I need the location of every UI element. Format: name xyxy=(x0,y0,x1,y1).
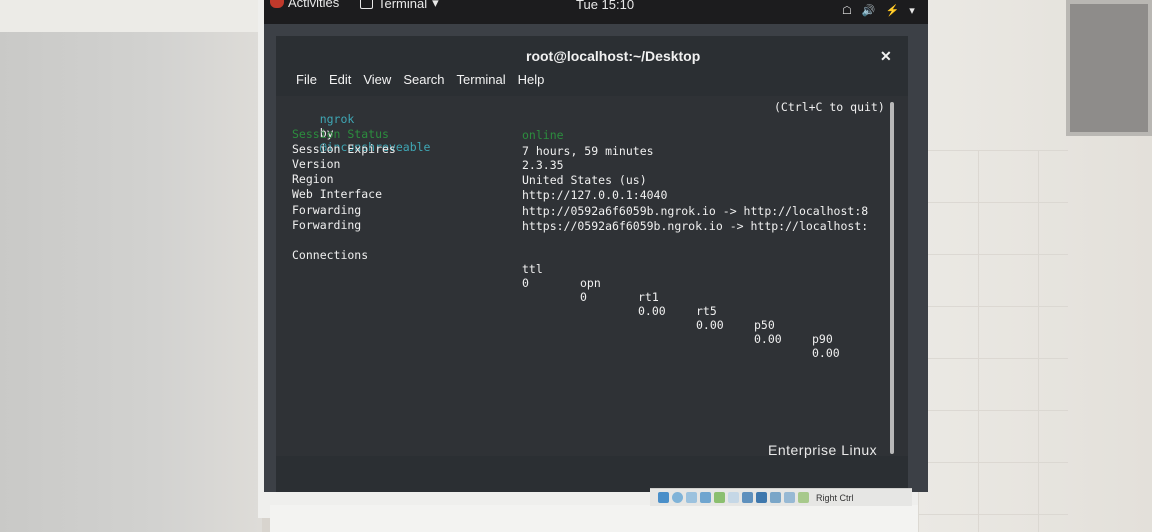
connections-header: ttl opn rt1 rt5 p50 p90 xyxy=(276,248,886,346)
close-icon[interactable]: ✕ xyxy=(880,48,892,65)
desktop-brand-text: Enterprise Linux xyxy=(768,442,878,458)
virtualbox-status-bar: Right Ctrl xyxy=(650,488,912,506)
connections-values: 0 0 0.00 0.00 0.00 0.00 xyxy=(276,262,886,360)
volume-icon: 🔊 xyxy=(861,5,876,17)
network-adapter-icon[interactable] xyxy=(700,492,711,503)
row-value-forwarding-https: https://0592a6f6059b.ngrok.io -> http://… xyxy=(522,219,869,233)
conn-header-p50: p50 xyxy=(754,318,775,332)
row-label-forwarding-http: Forwarding xyxy=(292,203,362,217)
row-value-forwarding-http: http://0592a6f6059b.ngrok.io -> http://l… xyxy=(522,204,869,218)
chevron-down-icon: ▾ xyxy=(432,0,439,10)
power-icon: ⚡ xyxy=(885,5,900,17)
quit-hint: (Ctrl+C to quit) xyxy=(774,100,885,114)
virtualbox-window-bottom xyxy=(270,505,918,532)
conn-value-p50: 0.00 xyxy=(754,332,782,346)
ngrok-name: ngrok xyxy=(319,112,355,126)
conn-value-rt1: 0.00 xyxy=(638,304,666,318)
desktop-bottom-strip xyxy=(276,456,908,492)
activities-button[interactable]: Activities xyxy=(288,0,339,10)
terminal-icon xyxy=(360,0,373,9)
network-icon: ☖ xyxy=(842,5,852,17)
row-value-web-interface: http://127.0.0.1:4040 xyxy=(522,188,668,202)
audio-icon[interactable] xyxy=(686,492,697,503)
menu-view[interactable]: View xyxy=(363,72,391,96)
system-tray[interactable]: ☖ 🔊 ⚡ ▾ xyxy=(842,4,915,17)
gnome-top-bar: Activities Terminal ▾ Tue 15:10 ☖ 🔊 ⚡ ▾ xyxy=(264,0,928,24)
row-label-session-expires: Session Expires xyxy=(292,142,396,156)
app-menu-button[interactable]: Terminal ▾ xyxy=(360,0,439,11)
row-value-session-expires: 7 hours, 59 minutes xyxy=(522,144,654,158)
shared-folders-icon[interactable] xyxy=(728,492,739,503)
conn-header-opn: opn xyxy=(580,276,601,290)
conn-header-rt1: rt1 xyxy=(638,290,659,304)
conn-header-rt5: rt5 xyxy=(696,304,717,318)
menu-terminal[interactable]: Terminal xyxy=(457,72,506,96)
row-label-web-interface: Web Interface xyxy=(292,187,383,201)
keyboard-icon[interactable] xyxy=(798,492,809,503)
terminal-scrollbar[interactable] xyxy=(886,96,908,456)
row-label-session-status: Session Status xyxy=(292,127,389,141)
app-menu-label: Terminal xyxy=(378,0,428,11)
mouse-integration-icon[interactable] xyxy=(784,492,795,503)
row-label-region: Region xyxy=(292,172,334,186)
menu-help[interactable]: Help xyxy=(518,72,545,96)
clock[interactable]: Tue 15:10 xyxy=(576,0,634,12)
row-value-region: United States (us) xyxy=(522,173,647,187)
optical-drive-icon[interactable] xyxy=(672,492,683,503)
usb-icon[interactable] xyxy=(714,492,725,503)
conn-value-rt5: 0.00 xyxy=(696,318,724,332)
conn-value-opn: 0 xyxy=(580,290,587,304)
distro-logo-icon xyxy=(270,0,284,8)
dropdown-icon: ▾ xyxy=(909,5,915,17)
video-capture-icon[interactable] xyxy=(756,492,767,503)
row-label-version: Version xyxy=(292,157,341,171)
terminal-menubar: File Edit View Search Terminal Help xyxy=(276,72,908,96)
menu-file[interactable]: File xyxy=(296,72,317,96)
desk-background-top xyxy=(0,0,262,32)
wall-tiles xyxy=(918,150,1068,532)
menu-edit[interactable]: Edit xyxy=(329,72,351,96)
row-value-session-status: online xyxy=(522,128,564,142)
terminal-output[interactable]: ngrok by @inconshreveable (Ctrl+C to qui… xyxy=(276,96,886,456)
hard-disk-icon[interactable] xyxy=(658,492,669,503)
desk-background-left xyxy=(0,0,262,532)
cpu-icon[interactable] xyxy=(770,492,781,503)
conn-header-p90: p90 xyxy=(812,332,833,346)
menu-search[interactable]: Search xyxy=(403,72,444,96)
row-value-version: 2.3.35 xyxy=(522,158,564,172)
row-label-forwarding-https: Forwarding xyxy=(292,218,362,232)
display-icon[interactable] xyxy=(742,492,753,503)
scrollbar-thumb[interactable] xyxy=(890,102,894,454)
conn-value-p90: 0.00 xyxy=(812,346,840,360)
background-monitor xyxy=(1066,0,1152,136)
conn-value-ttl: 0 xyxy=(522,276,529,290)
host-key-label: Right Ctrl xyxy=(816,492,854,503)
window-title: root@localhost:~/Desktop xyxy=(526,48,701,64)
